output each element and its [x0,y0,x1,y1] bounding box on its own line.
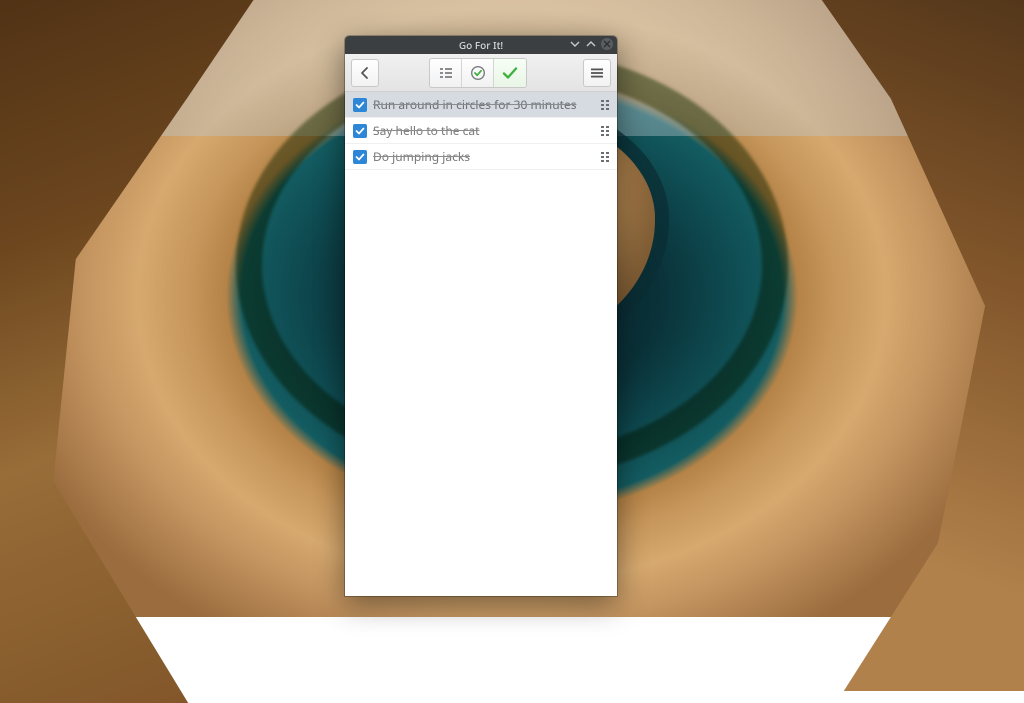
desktop-background: Go For It! [0,0,1024,617]
task-row[interactable]: Run around in circles for 30 minutes [345,92,617,118]
hamburger-icon [590,66,604,80]
task-checkbox[interactable] [353,98,367,112]
menu-button[interactable] [583,59,611,87]
back-button[interactable] [351,59,379,87]
drag-handle-icon[interactable] [595,126,609,136]
drag-handle-icon[interactable] [595,152,609,162]
app-window: Go For It! [345,36,617,596]
titlebar[interactable]: Go For It! [345,36,617,54]
window-title: Go For It! [459,38,503,52]
done-list[interactable]: Run around in circles for 30 minutes Say… [345,92,617,596]
timer-check-icon [469,64,487,82]
task-label: Say hello to the cat [373,122,589,139]
view-todo-tab[interactable] [430,59,462,87]
minimize-button[interactable] [569,38,581,50]
task-label: Run around in circles for 30 minutes [373,96,589,113]
task-row[interactable]: Say hello to the cat [345,118,617,144]
window-controls [569,38,613,50]
chevron-left-icon [358,66,372,80]
toolbar [345,54,617,92]
list-icon [438,65,454,81]
view-switcher [429,58,527,88]
drag-handle-icon[interactable] [595,100,609,110]
task-checkbox[interactable] [353,150,367,164]
maximize-button[interactable] [585,38,597,50]
task-label: Do jumping jacks [373,148,589,165]
task-checkbox[interactable] [353,124,367,138]
view-timer-tab[interactable] [462,59,494,87]
check-icon [501,64,519,82]
close-button[interactable] [601,38,613,50]
view-done-tab[interactable] [494,59,526,87]
task-row[interactable]: Do jumping jacks [345,144,617,170]
